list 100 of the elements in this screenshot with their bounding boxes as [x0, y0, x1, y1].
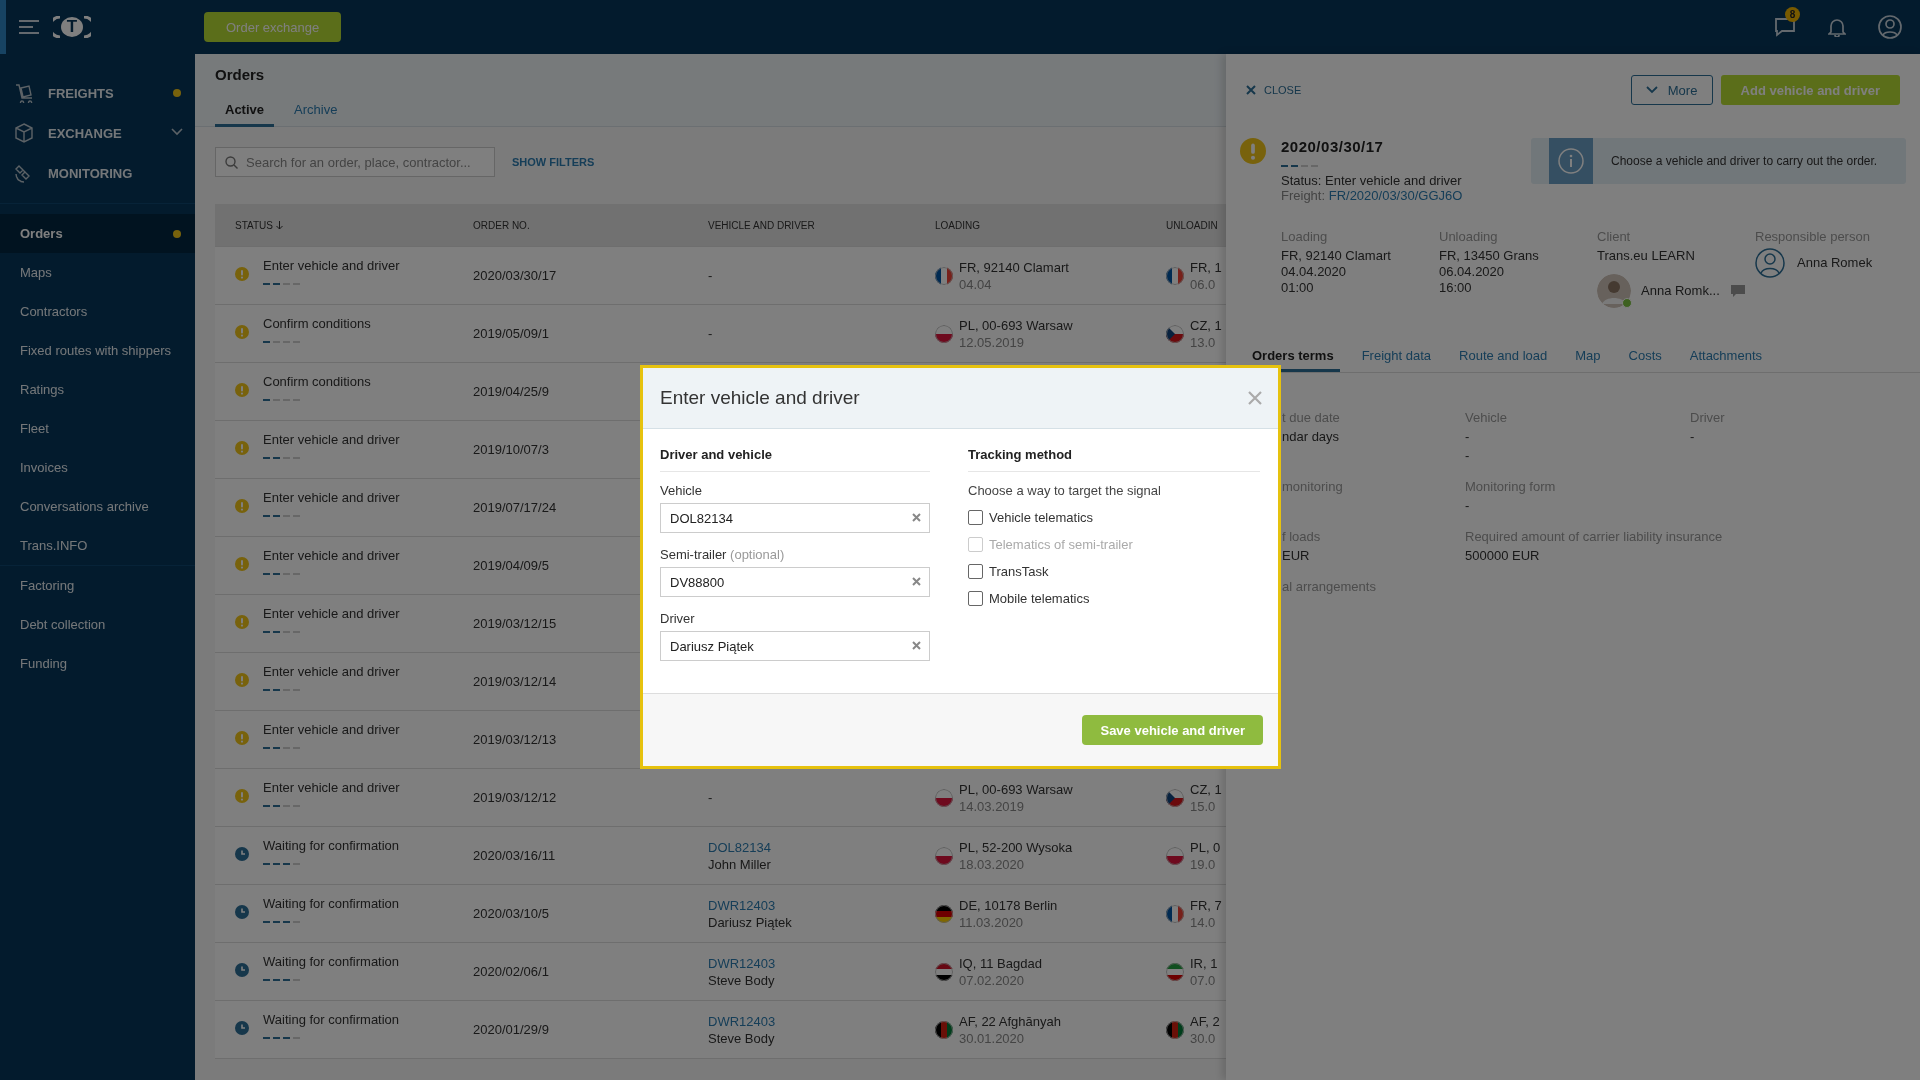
- search-field[interactable]: Search for an order, place, contractor...: [215, 147, 495, 177]
- vehicle-link[interactable]: DWR12403: [708, 897, 935, 913]
- show-filters-link[interactable]: SHOW FILTERS: [512, 156, 595, 168]
- order-number[interactable]: 2020/03/16/11: [473, 848, 708, 863]
- chevron-icon[interactable]: [1645, 86, 1658, 94]
- tab[interactable]: Route and load: [1453, 348, 1554, 372]
- nav-item[interactable]: MONITORING: [48, 165, 133, 181]
- vehicle-link[interactable]: DWR12403: [708, 1013, 935, 1029]
- column-header[interactable]: STATUS: [235, 219, 273, 231]
- input-field[interactable]: Dariusz Piątek: [660, 631, 930, 661]
- order-number[interactable]: 2019/03/12/12: [473, 790, 708, 805]
- flag-icon: [935, 962, 953, 981]
- sidebar-item[interactable]: Funding: [0, 644, 195, 683]
- chevron-icon[interactable]: [171, 128, 183, 136]
- checkbox[interactable]: [968, 510, 983, 525]
- date-text: 11.03.2020: [959, 914, 1025, 930]
- input-field[interactable]: DV88800: [660, 567, 930, 597]
- place-text: PL, 52-200 Wysoka: [959, 839, 1073, 855]
- sort-arrow-icon[interactable]: [275, 220, 283, 230]
- close-icon[interactable]: [1248, 391, 1262, 405]
- sidebar-item[interactable]: Orders: [0, 214, 195, 253]
- sidebar-item[interactable]: Conversations archive: [0, 487, 195, 526]
- flag-icon: [935, 1020, 953, 1039]
- clock-icon: [235, 963, 249, 977]
- info-banner: Choose a vehicle and driver to carry out the order.: [1531, 138, 1906, 184]
- flag-icon: [1166, 904, 1184, 923]
- tab[interactable]: Freight data: [1355, 348, 1438, 372]
- sidebar-item[interactable]: Contractors: [0, 292, 195, 331]
- date-text: 14.0: [1190, 914, 1217, 930]
- info-icon: [1558, 148, 1584, 174]
- checkbox-label[interactable]: TransTask: [989, 564, 1049, 579]
- place-text: AF, 2: [1190, 1013, 1220, 1029]
- status-text: Enter vehicle and driver: [263, 548, 400, 563]
- input-field[interactable]: DOL82134: [660, 503, 930, 533]
- order-number[interactable]: 2020/02/06/1: [473, 964, 708, 979]
- tab[interactable]: Archive: [284, 97, 348, 127]
- more-button[interactable]: More: [1630, 75, 1713, 105]
- column-header[interactable]: ORDER NO.: [473, 219, 530, 231]
- tab[interactable]: Attachments: [1683, 348, 1768, 372]
- clear-icon[interactable]: [912, 641, 921, 650]
- checkbox-label[interactable]: Mobile telematics: [989, 591, 1090, 606]
- sidebar-item[interactable]: Factoring: [0, 566, 195, 605]
- order-number[interactable]: 2020/03/30/17: [473, 268, 708, 283]
- warning-icon: [235, 383, 249, 397]
- close-icon[interactable]: [1246, 85, 1256, 95]
- column-header[interactable]: UNLOADIN: [1166, 219, 1218, 231]
- table-cell-text: -: [708, 326, 714, 341]
- sidebar-item[interactable]: Ratings: [0, 370, 195, 409]
- sidebar-item[interactable]: Fixed routes with shippers: [0, 331, 195, 370]
- order-number[interactable]: 2020/01/29/9: [473, 1022, 708, 1037]
- vehicle-link[interactable]: DWR12403: [708, 955, 935, 971]
- column-header[interactable]: VEHICLE AND DRIVER: [708, 219, 815, 231]
- sidebar-item[interactable]: Maps: [0, 253, 195, 292]
- clear-icon[interactable]: [912, 577, 921, 586]
- avatar: [1597, 274, 1631, 308]
- date-text: 07.0: [1190, 972, 1217, 988]
- warning-icon: [235, 325, 249, 339]
- place-text: IR, 1: [1190, 955, 1218, 971]
- close-link[interactable]: CLOSE: [1246, 84, 1302, 96]
- status-text: Waiting for confirmation: [263, 954, 400, 969]
- sidebar-item[interactable]: Debt collection: [0, 605, 195, 644]
- chat-icon[interactable]: [1774, 17, 1796, 37]
- driver-name: Steve Body: [708, 1030, 776, 1046]
- order-number[interactable]: 2019/05/09/1: [473, 326, 708, 341]
- cube-icon: [14, 123, 34, 143]
- checkbox-label[interactable]: Vehicle telematics: [989, 510, 1094, 525]
- table-cell-text: -: [708, 268, 714, 283]
- vehicle-link[interactable]: DOL82134: [708, 839, 935, 855]
- place-text: IQ, 11 Bagdad: [959, 955, 1042, 971]
- save-button[interactable]: Save vehicle and driver: [1082, 715, 1263, 745]
- order-number: 2020/03/30/17: [1281, 138, 1385, 155]
- checkbox[interactable]: [968, 591, 983, 606]
- warning-icon: [1240, 138, 1266, 164]
- place-text: CZ, 1: [1190, 317, 1222, 333]
- checkbox[interactable]: [968, 564, 983, 579]
- sidebar-item[interactable]: Trans.INFO: [0, 526, 195, 565]
- column-header[interactable]: LOADING: [935, 219, 980, 231]
- tab[interactable]: Map: [1569, 348, 1607, 372]
- status-text: Confirm conditions: [263, 316, 371, 331]
- dialog-title: Enter vehicle and driver: [660, 387, 860, 409]
- chat-icon[interactable]: [1729, 284, 1746, 298]
- user-icon[interactable]: [1878, 15, 1902, 39]
- order-number[interactable]: 2020/03/10/5: [473, 906, 708, 921]
- clear-icon[interactable]: [912, 513, 921, 522]
- menu-icon[interactable]: [19, 19, 39, 35]
- notification-badge: 8: [1785, 7, 1800, 22]
- warning-icon: [235, 731, 249, 745]
- date-text: 14.03.2019: [959, 798, 1026, 814]
- tab[interactable]: Active: [215, 97, 275, 127]
- search-icon: [225, 156, 238, 169]
- nav-item[interactable]: FREIGHTS: [48, 85, 114, 101]
- tab[interactable]: Costs: [1622, 348, 1668, 372]
- clock-icon: [235, 905, 249, 919]
- freight-link[interactable]: FR/2020/03/30/GGJ6O: [1328, 188, 1463, 203]
- nav-item[interactable]: EXCHANGE: [48, 125, 122, 141]
- sidebar-item[interactable]: Invoices: [0, 448, 195, 487]
- contact-name[interactable]: Anna Romk...: [1641, 283, 1720, 299]
- sidebar-item[interactable]: Fleet: [0, 409, 195, 448]
- user-icon: [1755, 248, 1785, 278]
- bell-icon[interactable]: [1828, 17, 1846, 37]
